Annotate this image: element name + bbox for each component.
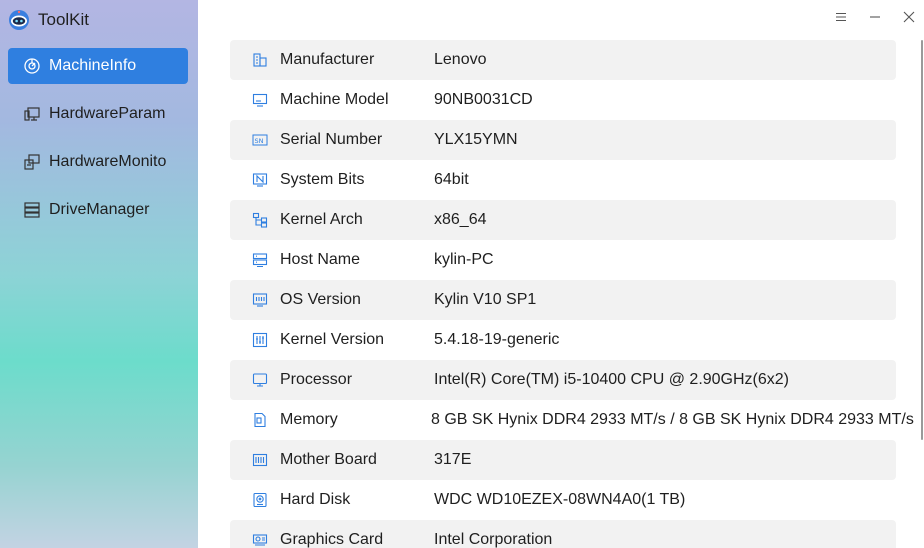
info-row-manufacturer: Manufacturer Lenovo: [230, 40, 896, 80]
info-row-machine-model: Machine Model 90NB0031CD: [230, 80, 896, 120]
row-label: Memory: [280, 411, 338, 428]
info-row-serial-number: SN Serial Number YLX15YMN: [230, 120, 896, 160]
row-label: Hard Disk: [280, 491, 351, 508]
memory-icon: [252, 412, 268, 428]
info-row-graphics-card: Graphics Card Intel Corporation: [230, 520, 896, 548]
row-label: Graphics Card: [280, 531, 384, 548]
info-row-mother-board: Mother Board 317E: [230, 440, 896, 480]
sidebar-item-machine-info[interactable]: MachineInfo: [8, 48, 188, 84]
info-row-kernel-arch: Kernel Arch x86_64: [230, 200, 896, 240]
sidebar-item-label: HardwareMonito: [49, 153, 167, 170]
row-value: Intel Corporation: [434, 531, 553, 548]
row-label: Kernel Version: [280, 331, 385, 348]
manufacturer-icon: [252, 52, 268, 68]
row-value: YLX15YMN: [434, 131, 518, 148]
row-label: Processor: [280, 371, 353, 388]
app-header: ToolKit: [8, 8, 89, 32]
app-title: ToolKit: [38, 10, 90, 29]
row-label: Machine Model: [280, 91, 389, 108]
close-button[interactable]: [900, 10, 918, 28]
row-label: Kernel Arch: [280, 211, 363, 228]
sidebar-item-drive-manager[interactable]: DriveManager: [8, 192, 188, 228]
row-value: x86_64: [434, 211, 487, 228]
row-value: 90NB0031CD: [434, 91, 533, 108]
row-value: 5.4.18-19-generic: [434, 331, 560, 348]
toolkit-logo-icon: [8, 9, 30, 31]
row-label: Serial Number: [280, 131, 383, 148]
row-value: 8 GB SK Hynix DDR4 2933 MT/s / 8 GB SK H…: [431, 411, 914, 428]
system-bits-icon: [252, 172, 268, 188]
svg-text:SN: SN: [255, 137, 264, 145]
serial-number-icon: SN: [252, 132, 268, 148]
machine-model-icon: [252, 92, 268, 108]
host-name-icon: [252, 252, 268, 268]
row-label: System Bits: [280, 171, 365, 188]
row-label: OS Version: [280, 291, 361, 308]
minimize-icon: [869, 10, 881, 28]
hardware-icon: [23, 105, 41, 123]
graphics-card-icon: [252, 532, 268, 548]
hard-disk-icon: [252, 492, 268, 508]
kernel-version-icon: [252, 332, 268, 348]
monitor-icon: [23, 153, 41, 171]
menu-icon: [835, 10, 847, 28]
row-value: 317E: [434, 451, 472, 468]
info-row-kernel-version: Kernel Version 5.4.18-19-generic: [230, 320, 896, 360]
sidebar-item-label: HardwareParam: [49, 105, 166, 122]
row-value: 64bit: [434, 171, 469, 188]
sidebar-item-label: DriveManager: [49, 201, 150, 218]
minimize-button[interactable]: [866, 10, 884, 28]
info-row-processor: Processor Intel(R) Core(TM) i5-10400 CPU…: [230, 360, 896, 400]
row-value: kylin-PC: [434, 251, 494, 268]
dashboard-icon: [23, 57, 41, 75]
processor-icon: [252, 372, 268, 388]
menu-button[interactable]: [832, 10, 850, 28]
row-label: Host Name: [280, 251, 361, 268]
row-value: Kylin V10 SP1: [434, 291, 537, 308]
sidebar: ToolKit MachineInfo HardwareParam Hardwa…: [0, 0, 198, 548]
row-label: Manufacturer: [280, 51, 375, 68]
row-value: Lenovo: [434, 51, 487, 68]
info-row-os-version: OS Version Kylin V10 SP1: [230, 280, 896, 320]
window-controls: [832, 10, 918, 28]
info-row-memory: Memory 8 GB SK Hynix DDR4 2933 MT/s / 8 …: [230, 400, 914, 440]
info-row-host-name: Host Name kylin-PC: [230, 240, 896, 280]
row-label: Mother Board: [280, 451, 377, 468]
row-value: WDC WD10EZEX-08WN4A0(1 TB): [434, 491, 686, 508]
sidebar-item-hardware-monitor[interactable]: HardwareMonito: [8, 144, 188, 180]
info-row-system-bits: System Bits 64bit: [230, 160, 896, 200]
info-row-hard-disk: Hard Disk WDC WD10EZEX-08WN4A0(1 TB): [230, 480, 896, 520]
row-value: Intel(R) Core(TM) i5-10400 CPU @ 2.90GHz…: [434, 371, 790, 388]
scrollbar[interactable]: [921, 40, 923, 440]
mother-board-icon: [252, 452, 268, 468]
os-version-icon: [252, 292, 268, 308]
drive-icon: [23, 201, 41, 219]
kernel-arch-icon: [252, 212, 268, 228]
machine-info-list: Manufacturer Lenovo Machine Model 90NB00…: [230, 40, 914, 548]
sidebar-item-hardware-param[interactable]: HardwareParam: [8, 96, 188, 132]
sidebar-item-label: MachineInfo: [49, 57, 137, 74]
close-icon: [903, 10, 915, 28]
